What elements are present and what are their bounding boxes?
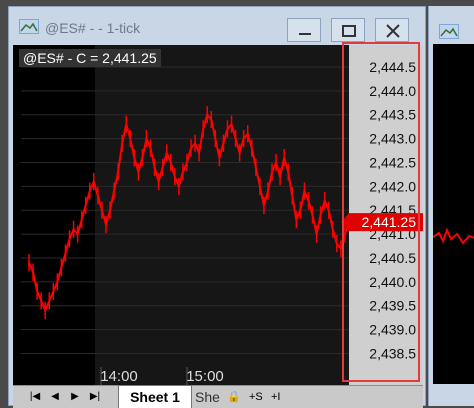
last-sheet-button[interactable]: ▶| [87,389,103,405]
app-icon [439,24,459,39]
price-tick-label: 2,442.5 [369,154,416,170]
tab-sheet-2[interactable]: She [195,386,223,408]
price-tick-label: 2,440.5 [369,250,416,266]
price-tick-label: 2,444.5 [369,59,416,75]
insert-button[interactable]: +I [271,389,280,405]
second-price-chart[interactable] [432,44,474,384]
last-price-label: 2,441.25 [362,214,417,230]
app-icon [19,19,39,34]
maximize-icon [342,25,356,37]
minimize-button[interactable] [287,18,321,42]
price-tick-label: 2,442.0 [369,178,416,194]
price-tick-label: 2,444.0 [369,83,416,99]
price-tick-label: 2,443.5 [369,107,416,123]
title-bar[interactable]: @ES# - - 1-tick [9,7,425,42]
window-title: @ES# - - 1-tick [45,20,141,36]
close-button[interactable] [375,18,409,42]
maximize-button[interactable] [331,18,365,42]
price-tick-label: 2,443.0 [369,131,416,147]
first-sheet-button[interactable]: |◀ [27,389,43,405]
price-tick-label: 2,439.0 [369,322,416,338]
chart-legend: @ES# - C = 2,441.25 [19,49,161,67]
next-sheet-button[interactable]: ▶ [67,389,83,405]
second-chart-line [432,227,474,245]
price-tick-label: 2,439.5 [369,298,416,314]
chart-window: @ES# - - 1-tick 2,444.5 2,444.0 2,443.5 2,4… [8,6,426,408]
chart-canvas: 2,444.5 2,444.0 2,443.5 2,443.0 2,442.5 2,442… [21,45,423,385]
prev-sheet-button[interactable]: ◀ [47,389,63,405]
price-tick-label: 2,440.0 [369,274,416,290]
tab-sheet-1[interactable]: Sheet 1 [119,386,191,408]
session-band [95,45,349,385]
time-tick-label: 15:00 [186,368,224,385]
price-tick-label: 2,438.5 [369,345,416,361]
time-tick-label: 14:00 [100,368,138,385]
lock-icon[interactable]: 🔒 [227,389,241,405]
add-sheet-button[interactable]: +S [249,389,263,405]
minimize-icon [299,33,311,35]
price-chart[interactable]: 2,444.5 2,444.0 2,443.5 2,443.0 2,442.5 2,442… [13,45,423,385]
close-icon [386,24,400,38]
sheet-tab-bar: |◀ ◀ ▶ ▶| Sheet 1 She 🔒 +S +I [13,385,423,408]
second-chart-window [428,6,474,406]
